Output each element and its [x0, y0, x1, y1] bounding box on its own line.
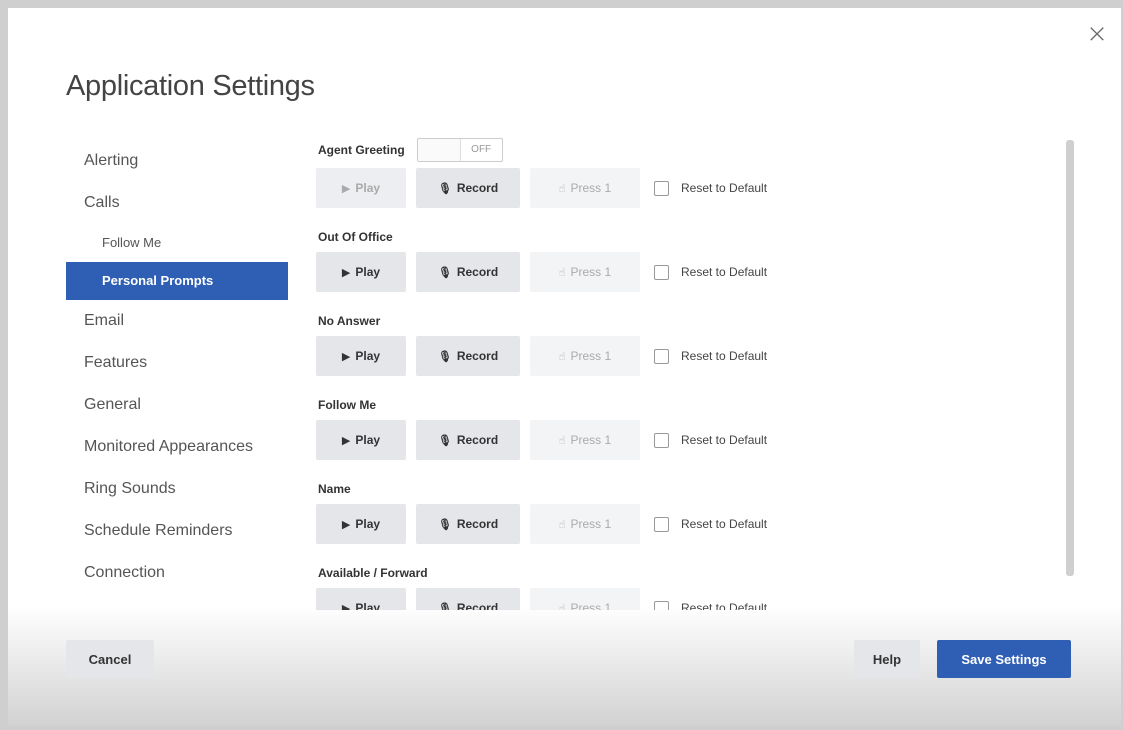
touch-icon: ☝: [558, 265, 566, 279]
play-icon: ▶: [341, 265, 351, 279]
no-answer-controls: ▶ Play 🎙 Record ☝ Press 1 Reset to Default: [316, 336, 1048, 376]
touch-icon: ☝: [558, 181, 566, 195]
play-button[interactable]: ▶ Play: [316, 336, 406, 376]
microphone-icon: 🎙: [437, 601, 452, 611]
agent-greeting-toggle[interactable]: OFF: [416, 138, 503, 162]
follow-me-controls: ▶ Play 🎙 Record ☝ Press 1 Reset to Default: [316, 420, 1048, 460]
out-of-office-controls: ▶ Play 🎙 Record ☝ Press 1 Reset to Default: [316, 252, 1048, 292]
content-scrollbar[interactable]: [1066, 140, 1074, 576]
save-settings-button[interactable]: Save Settings: [937, 640, 1071, 678]
reset-to-default[interactable]: Reset to Default: [654, 348, 767, 364]
play-button[interactable]: ▶ Play: [316, 588, 406, 610]
play-icon: ▶: [341, 349, 351, 363]
play-button[interactable]: ▶ Play: [316, 420, 406, 460]
toggle-state: OFF: [471, 144, 492, 155]
out-of-office-label: Out Of Office: [318, 230, 393, 244]
reset-to-default[interactable]: Reset to Default: [654, 432, 767, 448]
play-button[interactable]: ▶ Play: [316, 168, 406, 208]
play-button[interactable]: ▶ Play: [316, 504, 406, 544]
microphone-icon: 🎙: [437, 433, 452, 447]
agent-greeting-controls: ▶ Play 🎙 Record ☝ Press 1 Reset to Default: [316, 168, 1048, 208]
touch-icon: ☝: [558, 517, 566, 531]
nav-item-calls[interactable]: Calls: [66, 182, 288, 224]
available-forward-label: Available / Forward: [318, 566, 428, 580]
microphone-icon: 🎙: [437, 517, 452, 531]
follow-me-label: Follow Me: [318, 398, 376, 412]
nav-item-features[interactable]: Features: [66, 342, 288, 384]
name-controls: ▶ Play 🎙 Record ☝ Press 1 Reset to Default: [316, 504, 1048, 544]
press1-button[interactable]: ☝ Press 1: [530, 504, 640, 544]
reset-checkbox[interactable]: [654, 432, 669, 448]
record-button[interactable]: 🎙 Record: [416, 168, 520, 208]
play-icon: ▶: [341, 517, 351, 531]
agent-greeting-header: Agent Greeting OFF: [308, 136, 1048, 164]
application-settings-dialog: × Application Settings Alerting Calls Fo…: [8, 8, 1121, 726]
name-label: Name: [318, 482, 351, 496]
reset-to-default[interactable]: Reset to Default: [654, 516, 767, 532]
press1-button[interactable]: ☝ Press 1: [530, 588, 640, 610]
microphone-icon: 🎙: [437, 265, 452, 279]
nav-item-email[interactable]: Email: [66, 300, 288, 342]
reset-checkbox[interactable]: [654, 600, 669, 610]
reset-to-default[interactable]: Reset to Default: [654, 180, 767, 196]
play-icon: ▶: [341, 433, 351, 447]
press1-button[interactable]: ☝ Press 1: [530, 168, 640, 208]
toggle-knob: [417, 139, 461, 161]
close-icon[interactable]: ×: [1085, 21, 1109, 47]
help-button[interactable]: Help: [854, 640, 920, 678]
record-button[interactable]: 🎙 Record: [416, 336, 520, 376]
no-answer-label: No Answer: [318, 314, 381, 328]
reset-to-default[interactable]: Reset to Default: [654, 600, 767, 610]
microphone-icon: 🎙: [437, 181, 452, 195]
record-button[interactable]: 🎙 Record: [416, 588, 520, 610]
press1-button[interactable]: ☝ Press 1: [530, 252, 640, 292]
nav-item-general[interactable]: General: [66, 384, 288, 426]
touch-icon: ☝: [558, 601, 566, 611]
press1-button[interactable]: ☝ Press 1: [530, 420, 640, 460]
cancel-button[interactable]: Cancel: [66, 640, 154, 678]
reset-to-default[interactable]: Reset to Default: [654, 264, 767, 280]
nav-item-follow-me[interactable]: Follow Me: [66, 224, 288, 262]
prompts-panel: Agent Greeting OFF ▶ Play 🎙 Record ☝ Press …: [308, 136, 1048, 610]
record-button[interactable]: 🎙 Record: [416, 420, 520, 460]
reset-checkbox[interactable]: [654, 264, 669, 280]
dialog-title: Application Settings: [66, 70, 315, 102]
press1-button[interactable]: ☝ Press 1: [530, 336, 640, 376]
reset-checkbox[interactable]: [654, 180, 669, 196]
agent-greeting-label: Agent Greeting: [318, 143, 405, 157]
available-forward-controls: ▶ Play 🎙 Record ☝ Press 1 Reset to Default: [316, 588, 1048, 610]
record-button[interactable]: 🎙 Record: [416, 252, 520, 292]
play-button[interactable]: ▶ Play: [316, 252, 406, 292]
nav-item-alerting[interactable]: Alerting: [66, 140, 288, 182]
reset-checkbox[interactable]: [654, 348, 669, 364]
nav-item-ring-sounds[interactable]: Ring Sounds: [66, 468, 288, 510]
nav-item-monitored-appearances[interactable]: Monitored Appearances: [66, 426, 288, 468]
microphone-icon: 🎙: [437, 349, 452, 363]
play-icon: ▶: [341, 181, 351, 195]
nav-item-connection[interactable]: Connection: [66, 552, 288, 594]
settings-nav: Alerting Calls Follow Me Personal Prompt…: [66, 140, 288, 594]
record-button[interactable]: 🎙 Record: [416, 504, 520, 544]
play-icon: ▶: [341, 601, 351, 611]
nav-item-personal-prompts[interactable]: Personal Prompts: [66, 262, 288, 300]
touch-icon: ☝: [558, 433, 566, 447]
touch-icon: ☝: [558, 349, 566, 363]
reset-checkbox[interactable]: [654, 516, 669, 532]
nav-item-schedule-reminders[interactable]: Schedule Reminders: [66, 510, 288, 552]
